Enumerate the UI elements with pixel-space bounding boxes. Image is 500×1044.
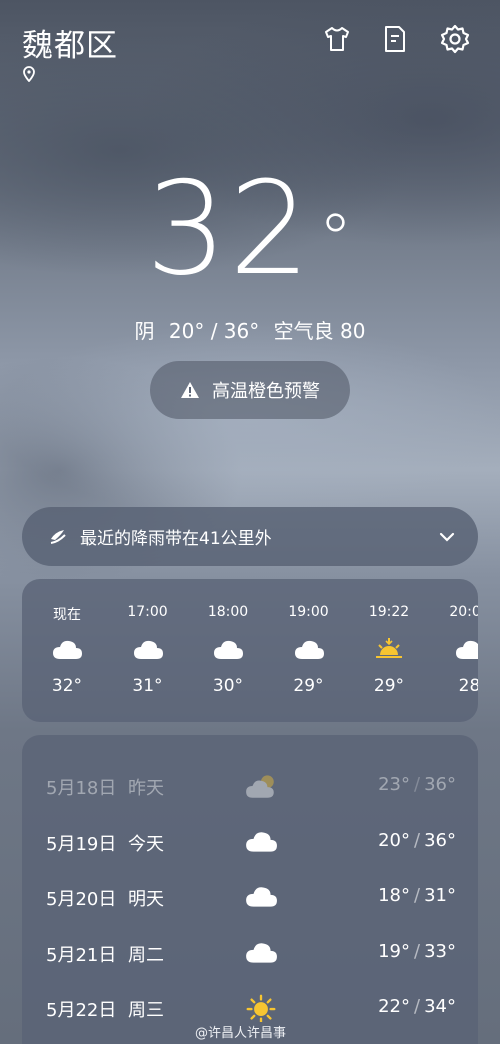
sunset-icon xyxy=(373,637,405,661)
weather-alert-button[interactable]: 高温橙色预警 xyxy=(150,361,350,419)
range-separator: / xyxy=(414,885,421,906)
condition-text: 阴 xyxy=(134,319,155,343)
hourly-temp: 31° xyxy=(132,676,163,696)
rain-radar-banner[interactable]: 最近的降雨带在41公里外 xyxy=(22,507,478,566)
daily-low: 22° xyxy=(378,996,411,1017)
daily-date: 5月18日 xyxy=(46,778,117,799)
daily-date: 5月19日 xyxy=(46,833,117,855)
daily-high: 33° xyxy=(424,940,456,962)
range-separator: / xyxy=(414,774,421,795)
daily-row[interactable]: 5月19日 今天 20°/36° xyxy=(22,822,478,862)
daily-weekday: 周三 xyxy=(128,1000,164,1021)
daily-temp-range: 19°/33° xyxy=(378,941,456,962)
daily-forecast[interactable]: 5月18日 昨天 23°/36° 5月19日 今天 20°/36° 5月20日 明天 18°/3… xyxy=(22,735,478,1044)
daily-row[interactable]: 5月18日 昨天 23°/36° xyxy=(22,766,478,806)
cloud-icon xyxy=(244,883,278,911)
daily-high: 36° xyxy=(424,774,456,795)
cloud-icon xyxy=(51,637,83,661)
cloud-icon xyxy=(244,939,278,967)
daily-weekday: 周二 xyxy=(128,944,164,966)
range-separator: / xyxy=(414,996,421,1017)
wardrobe-button[interactable] xyxy=(320,22,354,56)
hourly-time: 17:00 xyxy=(127,604,168,620)
hourly-time: 现在 xyxy=(53,607,81,623)
daily-weekday: 明天 xyxy=(128,889,164,910)
daily-low: 20° xyxy=(378,829,411,851)
daily-weekday: 今天 xyxy=(128,833,164,855)
hourly-time: 19:00 xyxy=(288,604,329,620)
shirt-icon xyxy=(325,27,349,51)
daily-high: 36° xyxy=(424,829,456,851)
range-separator: / xyxy=(414,829,421,851)
rain-banner-text: 最近的降雨带在41公里外 xyxy=(80,529,272,549)
daily-high: 31° xyxy=(424,885,456,906)
daily-date: 5月20日 xyxy=(46,889,117,910)
cloud-icon xyxy=(293,637,325,661)
weather-summary: 阴 20° / 36° 空气良 80 xyxy=(0,315,500,344)
daily-row[interactable]: 5月21日 周二 19°/33° xyxy=(22,933,478,973)
cloud-icon xyxy=(244,828,278,856)
location-pin-icon xyxy=(23,66,35,82)
current-temperature: 32° xyxy=(0,155,500,305)
settings-button[interactable] xyxy=(438,22,472,56)
daily-low: 19° xyxy=(378,940,411,962)
city-name[interactable]: 魏都区 xyxy=(22,20,118,65)
daily-weekday: 昨天 xyxy=(128,778,164,799)
daily-high: 34° xyxy=(424,996,456,1017)
sun-icon xyxy=(244,994,278,1024)
daily-temp-range: 20°/36° xyxy=(378,830,456,851)
watermark: @许昌人许昌事 xyxy=(195,1026,287,1041)
hourly-time: 19:22 xyxy=(368,604,410,620)
cloud-icon xyxy=(454,637,478,661)
warning-icon xyxy=(181,382,199,398)
hourly-temp: 29° xyxy=(293,676,324,696)
hourly-forecast[interactable]: 现在 32° 17:00 31° 18:00 30° 19:00 29° 19:22 29° 20:… xyxy=(22,579,478,722)
daily-temp-range: 22°/34° xyxy=(378,996,456,1017)
daily-date: 5月22日 xyxy=(46,1000,117,1021)
rain-band-icon xyxy=(50,529,66,544)
chevron-down-icon[interactable] xyxy=(438,531,456,543)
hourly-time: 18:00 xyxy=(207,604,249,620)
range-separator: / xyxy=(414,940,421,962)
partly-cloudy-icon xyxy=(244,772,278,800)
temp-range-text: 20° / 36° xyxy=(168,319,260,343)
daily-low: 18° xyxy=(378,885,411,906)
hourly-temp: 28 xyxy=(458,676,478,696)
daily-low: 23° xyxy=(378,774,411,795)
air-quality-text[interactable]: 空气良 80 xyxy=(274,319,366,343)
temperature-value: 32 xyxy=(145,155,313,304)
cloud-icon xyxy=(132,637,164,661)
news-button[interactable] xyxy=(378,22,412,56)
hourly-time: 20:00 xyxy=(449,604,478,620)
hourly-temp: 29° xyxy=(373,676,405,696)
document-icon xyxy=(385,26,405,52)
gear-icon xyxy=(440,24,470,54)
daily-temp-range: 18°/31° xyxy=(378,885,456,906)
daily-row[interactable]: 5月20日 明天 18°/31° xyxy=(22,877,478,917)
degree-symbol: ° xyxy=(318,200,355,279)
hourly-temp: 32° xyxy=(51,676,83,696)
daily-temp-range: 23°/36° xyxy=(378,774,456,795)
alert-label: 高温橙色预警 xyxy=(212,381,320,402)
cloud-icon xyxy=(212,637,244,661)
daily-date: 5月21日 xyxy=(46,944,117,966)
hourly-temp: 30° xyxy=(212,676,244,696)
